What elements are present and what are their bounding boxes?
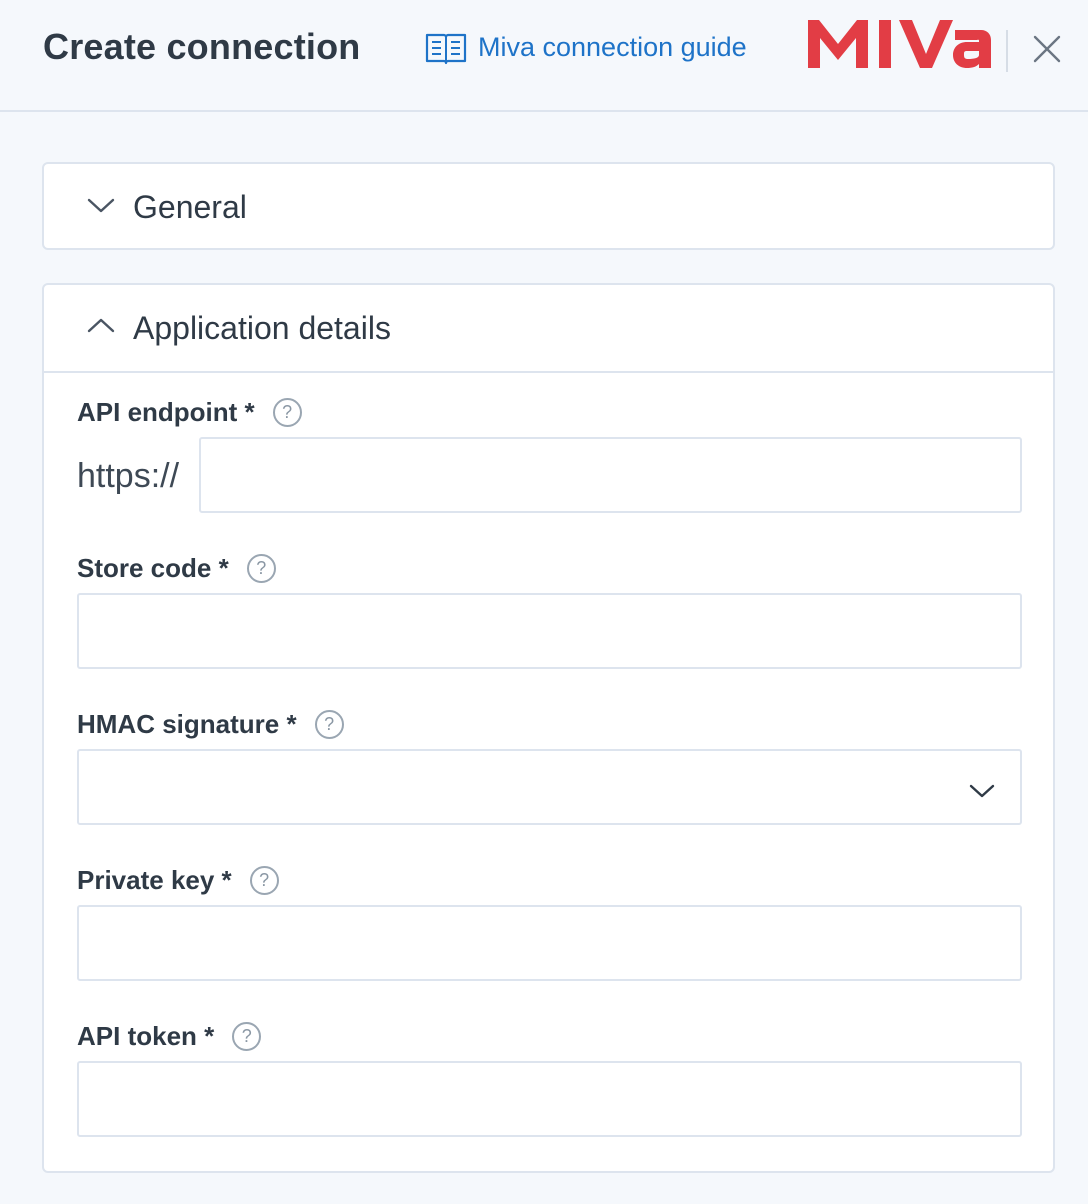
close-icon <box>1028 35 1066 72</box>
help-icon[interactable]: ? <box>272 398 302 427</box>
help-icon[interactable]: ? <box>314 710 344 739</box>
store-code-label: Store code * ? <box>77 553 276 584</box>
https-prefix: https:// <box>77 457 180 495</box>
hmac-signature-label-text: HMAC signature * <box>77 709 297 739</box>
miva-logo <box>805 14 993 77</box>
header-divider <box>1006 30 1008 72</box>
api-endpoint-label: API endpoint * ? <box>77 397 302 428</box>
private-key-label: Private key * ? <box>77 865 279 896</box>
general-section-title: General <box>133 188 247 225</box>
general-section-toggle[interactable]: General <box>44 164 1053 250</box>
help-icon[interactable]: ? <box>246 554 276 583</box>
private-key-input[interactable] <box>77 905 1022 981</box>
api-token-input[interactable] <box>77 1061 1022 1137</box>
application-details-toggle[interactable]: Application details <box>44 285 1053 373</box>
help-icon[interactable]: ? <box>232 1022 262 1051</box>
api-token-label-text: API token * <box>77 1021 215 1051</box>
dialog-header: Create connection Miva connection guide <box>0 0 1088 112</box>
chevron-down-icon <box>968 777 996 808</box>
application-details-section: Application details API endpoint * ? htt… <box>42 283 1055 1173</box>
api-endpoint-label-text: API endpoint * <box>77 397 255 427</box>
application-details-title: Application details <box>133 309 391 346</box>
store-code-input[interactable] <box>77 593 1022 669</box>
close-button[interactable] <box>1028 30 1066 68</box>
api-token-label: API token * ? <box>77 1021 262 1052</box>
hmac-signature-select[interactable] <box>77 749 1022 825</box>
chevron-down-icon <box>86 195 116 220</box>
connection-guide-link[interactable]: Miva connection guide <box>424 29 747 65</box>
private-key-label-text: Private key * <box>77 865 232 895</box>
connection-guide-label: Miva connection guide <box>478 31 747 62</box>
general-section: General <box>42 162 1055 250</box>
page-title: Create connection <box>43 26 361 67</box>
hmac-signature-label: HMAC signature * ? <box>77 709 344 740</box>
store-code-label-text: Store code * <box>77 553 229 583</box>
help-icon[interactable]: ? <box>249 866 279 895</box>
chevron-up-icon <box>86 316 116 341</box>
api-endpoint-input[interactable] <box>199 437 1022 513</box>
book-icon <box>424 29 468 65</box>
